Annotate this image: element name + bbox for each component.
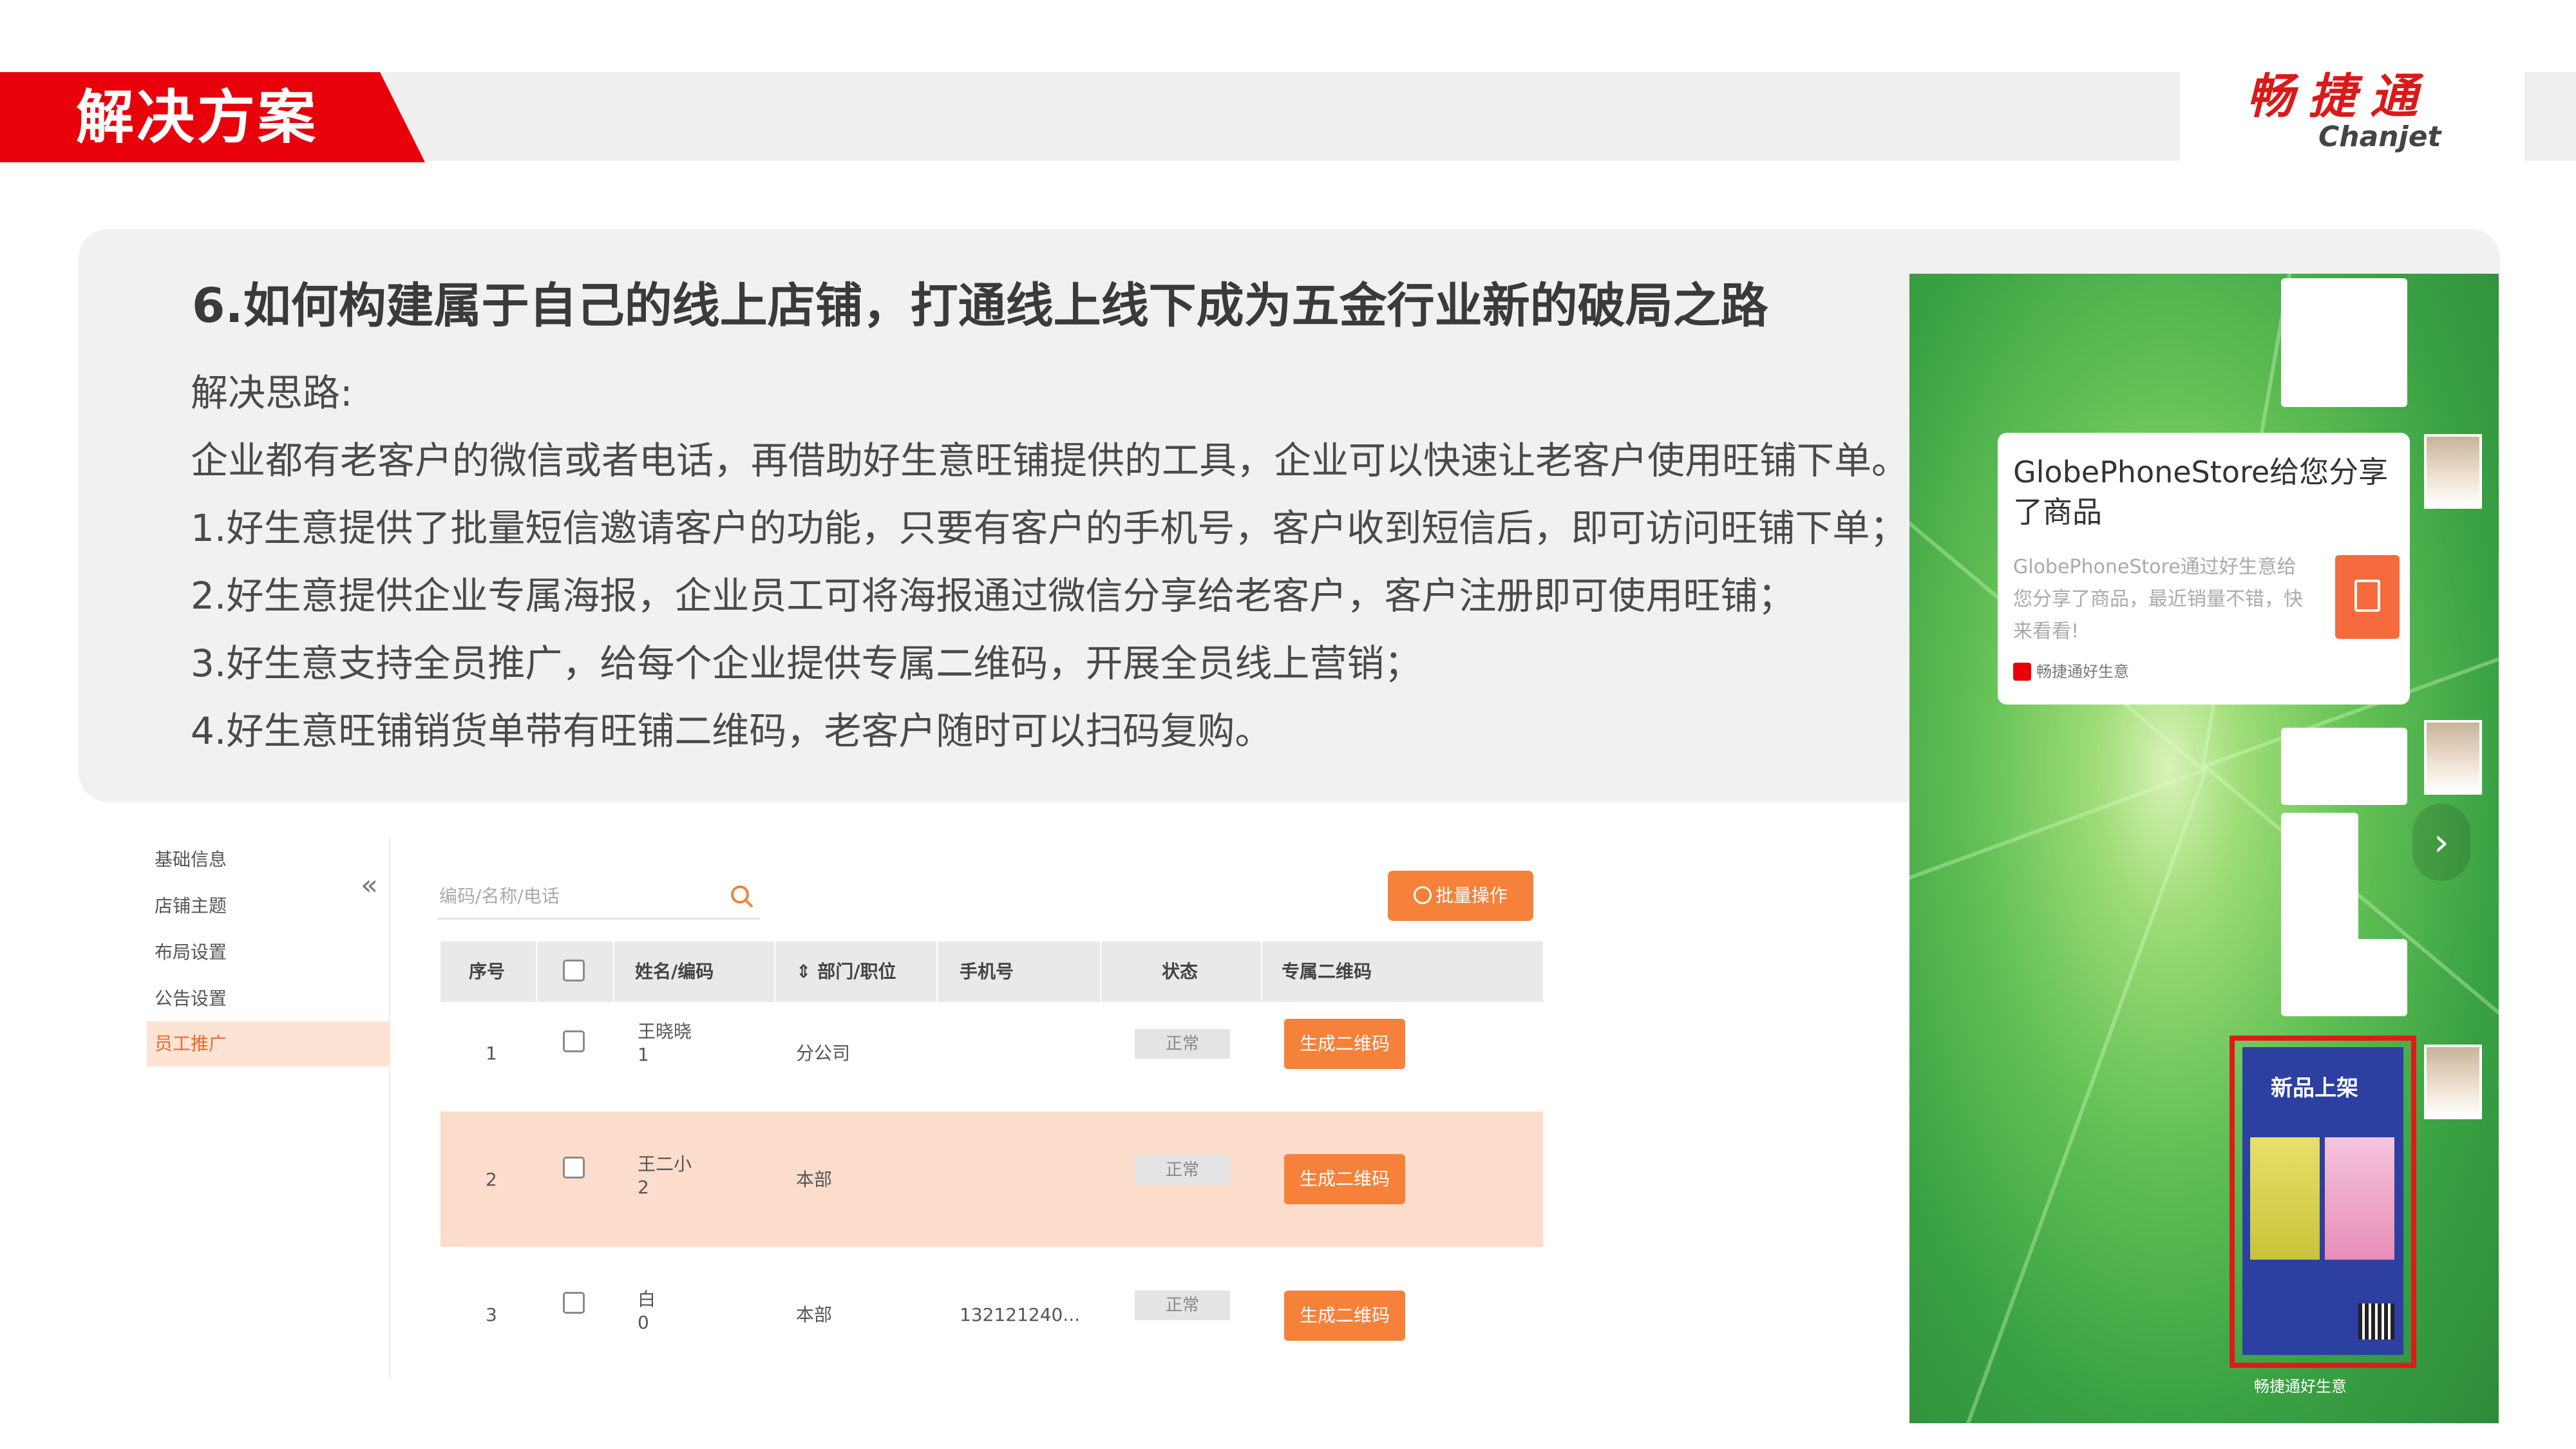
table-row[interactable]: 2 王二小 2 本部 正常 生成二维码 <box>440 1112 1543 1247</box>
poster-title: 新品上架 <box>2271 1075 2358 1101</box>
table-row[interactable]: 3 白 0 本部 132121240... 正常 生成二维码 <box>440 1253 1543 1363</box>
page-title: 解决方案 <box>76 84 318 151</box>
leaf-vein <box>1940 768 2208 1423</box>
share-subtitle: GlobePhoneStore通过好生意给您分享了商品，最近销量不错，快来看看! <box>2013 556 2303 643</box>
poster-source: 畅捷通好生意 <box>2254 1378 2347 1396</box>
row-phone: 132121240... <box>960 1304 1081 1325</box>
col-divider <box>774 942 775 1002</box>
row-name: 王晓晓 <box>638 1021 692 1042</box>
sidebar-item-basic-info[interactable]: 基础信息 <box>147 837 390 882</box>
solution-point-3: 3.好生意支持全员推广，给每个企业提供专属二维码，开展全员线上营销； <box>191 641 1422 685</box>
col-status: 状态 <box>1162 961 1198 982</box>
solution-point-1: 1.好生意提供了批量短信邀请客户的功能，只要有客户的手机号，客户收到短信后，即可… <box>191 506 1908 550</box>
col-divider <box>1261 942 1262 1002</box>
search-placeholder: 编码/名称/电话 <box>439 886 560 907</box>
solution-intro: 企业都有老客户的微信或者电话，再借助好生意旺铺提供的工具，企业可以快速让老客户使… <box>191 439 1909 482</box>
brand-logo-cn: 畅捷通 <box>2246 69 2432 124</box>
row-dept: 本部 <box>796 1304 833 1325</box>
col-divider <box>613 942 614 1002</box>
generate-qrcode-button[interactable]: 生成二维码 <box>1284 1019 1405 1069</box>
table-header: 序号 姓名/编码 ⇕ 部门/职位 手机号 状态 专属二维码 <box>440 942 1543 1002</box>
app-icon <box>2013 663 2031 681</box>
generate-qrcode-button[interactable]: 生成二维码 <box>1284 1291 1405 1341</box>
row-dept: 分公司 <box>796 1043 851 1064</box>
solution-point-2: 2.好生意提供企业专属海报，企业员工可将海报通过微信分享给老客户，客户注册即可使… <box>191 574 1795 618</box>
col-dept-sort[interactable]: ⇕ 部门/职位 <box>796 942 896 1002</box>
col-name-code: 姓名/编码 <box>635 961 714 982</box>
collapse-sidebar-icon[interactable]: « <box>361 869 378 902</box>
leaf-vein <box>1909 768 2206 1036</box>
status-badge: 正常 <box>1135 1029 1230 1059</box>
status-badge: 正常 <box>1135 1291 1230 1320</box>
col-divider <box>536 942 537 1002</box>
row-index: 2 <box>486 1169 497 1190</box>
sidebar-item-staff-promotion[interactable]: 员工推广 <box>147 1021 390 1066</box>
product-image <box>2325 1137 2394 1260</box>
brand-logo-en: Chanjet <box>2318 120 2441 153</box>
col-divider <box>936 942 938 1002</box>
row-index: 1 <box>486 1043 497 1064</box>
col-phone: 手机号 <box>960 961 1014 982</box>
product-image <box>2250 1137 2320 1260</box>
share-source-label: 畅捷通好生意 <box>2036 663 2129 681</box>
settings-circle-icon <box>1413 886 1432 904</box>
generate-qrcode-button[interactable]: 生成二维码 <box>1284 1154 1405 1204</box>
select-all-checkbox[interactable] <box>563 960 585 981</box>
chat-app-preview <box>2281 278 2407 407</box>
header-band-right <box>2524 72 2576 161</box>
shop-bag-thumbnail <box>2335 555 2400 639</box>
col-qrcode: 专属二维码 <box>1282 961 1372 982</box>
sidebar-item-notice[interactable]: 公告设置 <box>147 976 390 1021</box>
chat-thumbnail <box>2281 939 2407 1016</box>
row-name: 王二小 <box>638 1153 692 1175</box>
share-message-card[interactable]: GlobePhoneStore给您分享了商品 GlobePhoneStore通过… <box>1998 433 2410 705</box>
avatar <box>2424 434 2482 509</box>
admin-sidebar: 基础信息 店铺主题 布局设置 公告设置 员工推广 <box>140 837 390 1378</box>
col-dept-label: 部门/职位 <box>817 961 896 982</box>
share-title: GlobePhoneStore给您分享了商品 <box>2013 455 2389 529</box>
status-badge: 正常 <box>1135 1155 1230 1185</box>
shopping-bag-icon <box>2354 580 2380 612</box>
qrcode-icon <box>2358 1303 2394 1340</box>
promo-poster[interactable]: 新品上架 <box>2242 1047 2403 1355</box>
search-icon[interactable] <box>729 884 755 909</box>
row-code: 1 <box>638 1044 649 1065</box>
bulk-operation-label: 批量操作 <box>1435 885 1508 906</box>
chat-thumbnail <box>2281 728 2407 805</box>
table-row[interactable]: 1 王晓晓 1 分公司 正常 生成二维码 <box>440 1002 1543 1105</box>
row-checkbox[interactable] <box>563 1157 585 1179</box>
row-checkbox[interactable] <box>563 1030 585 1052</box>
avatar <box>2424 720 2482 795</box>
row-code: 2 <box>638 1177 649 1198</box>
share-source: 畅捷通好生意 <box>2013 662 2129 681</box>
col-divider <box>1100 942 1101 1002</box>
search-field[interactable]: 编码/名称/电话 <box>438 875 760 920</box>
row-dept: 本部 <box>796 1169 833 1190</box>
solution-label: 解决思路: <box>191 371 353 415</box>
row-index: 3 <box>486 1304 497 1325</box>
sort-icon: ⇕ <box>796 961 818 982</box>
bulk-operation-button[interactable]: 批量操作 <box>1388 871 1533 921</box>
sidebar-item-store-theme[interactable]: 店铺主题 <box>147 884 390 929</box>
next-arrow-icon[interactable]: › <box>2412 804 2470 881</box>
col-index: 序号 <box>469 961 506 982</box>
sidebar-item-layout[interactable]: 布局设置 <box>147 930 390 975</box>
solution-point-4: 4.好生意旺铺销货单带有旺铺二维码，老客户随时可以扫码复购。 <box>191 709 1273 753</box>
row-checkbox[interactable] <box>563 1292 585 1314</box>
avatar <box>2424 1045 2482 1119</box>
chat-thumbnail <box>2281 813 2358 952</box>
section-heading: 6.如何构建属于自己的线上店铺，打通线上线下成为五金行业新的破局之路 <box>192 278 1768 334</box>
row-code: 0 <box>638 1312 649 1333</box>
row-name: 白 <box>638 1289 656 1310</box>
